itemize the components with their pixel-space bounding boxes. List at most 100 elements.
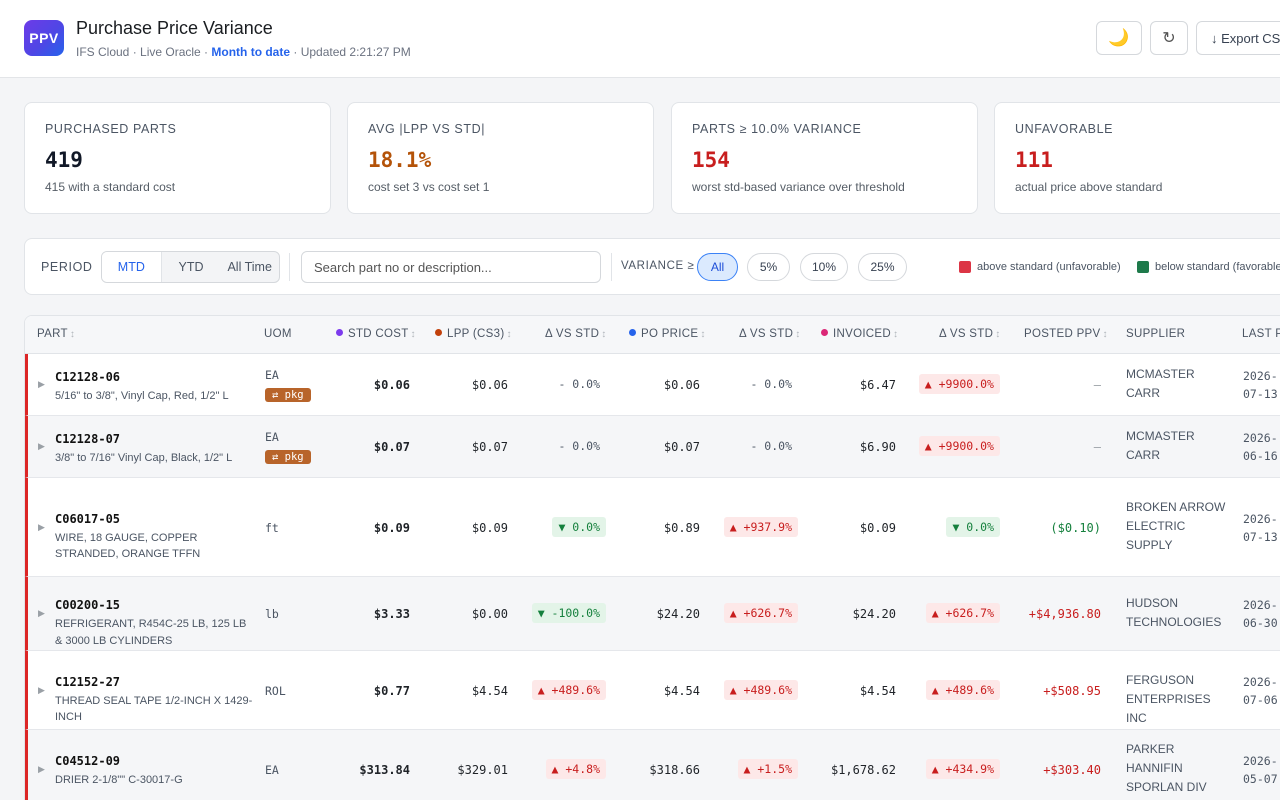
- part-number: C12152-27: [55, 674, 121, 689]
- page-subtitle: IFS Cloud · Live Oracle · Month to date …: [76, 45, 411, 59]
- std-series-dot-icon: [336, 329, 343, 336]
- expand-caret-icon[interactable]: ▶: [38, 441, 45, 452]
- kpi-card-purchased-parts: PURCHASED PARTS 419 415 with a standard …: [24, 102, 331, 214]
- table-row[interactable]: ▶ C12128-06 5/16" to 3/8", Vinyl Cap, Re…: [25, 354, 1280, 416]
- std-cost-cell: $3.33: [373, 607, 410, 621]
- variance-label: VARIANCE ≥: [621, 260, 695, 272]
- delta-invoiced-badge: ▲ +626.7%: [925, 603, 1000, 623]
- col-header-delta-po[interactable]: Δ VS STD ↕: [739, 328, 801, 340]
- kpi-label: AVG |LPP VS STD|: [368, 122, 486, 136]
- part-description: 5/16" to 3/8", Vinyl Cap, Red, 1/2" L: [55, 390, 229, 402]
- col-header-supplier[interactable]: SUPPLIER: [1126, 328, 1185, 340]
- table-row[interactable]: ▶ C12152-27 THREAD SEAL TAPE 1/2-INCH X …: [25, 651, 1280, 730]
- expand-caret-icon[interactable]: ▶: [38, 685, 45, 696]
- lpp-cell: $329.01: [457, 763, 508, 777]
- uom-cell: EA: [265, 763, 279, 777]
- uom-value: EA: [265, 763, 279, 777]
- sort-icon: ↕: [795, 329, 801, 340]
- kpi-card-avg-variance: AVG |LPP VS STD| 18.1% cost set 3 vs cos…: [347, 102, 654, 214]
- pkg-conversion-badge[interactable]: ⇄ pkg: [265, 388, 311, 402]
- table-row[interactable]: ▶ C04512-09 DRIER 2-1/8"" C-30017-G EA $…: [25, 730, 1280, 800]
- last-purchase-cell: 2026-07-13: [1243, 511, 1278, 544]
- col-header-last-purchase[interactable]: LAST P: [1242, 328, 1280, 340]
- sort-icon: ↕: [893, 329, 899, 340]
- delta-po-badge: ▲ +1.5%: [737, 759, 798, 779]
- last-purchase-cell: 2026-07-13: [1243, 369, 1278, 402]
- period-indicator: Month to date: [211, 45, 291, 59]
- lpp-cell: $4.54: [471, 683, 508, 698]
- uom-value: ROL: [265, 683, 286, 698]
- period-segmented-control: MTD YTD All Time: [101, 251, 280, 283]
- kpi-value: 18.1%: [368, 148, 432, 172]
- col-header-po-price[interactable]: PO PRICE ↕: [629, 328, 706, 340]
- po-price-cell: $0.06: [663, 378, 700, 392]
- sort-icon: ↕: [410, 329, 416, 340]
- col-header-uom[interactable]: UOM: [264, 328, 292, 340]
- delta-invoiced-badge: ▲ +434.9%: [925, 759, 1000, 779]
- col-header-invoiced[interactable]: INVOICED ↕: [821, 328, 898, 340]
- part-description: DRIER 2-1/8"" C-30017-G: [55, 774, 183, 786]
- col-header-lpp[interactable]: LPP (CS3) ↕: [435, 328, 512, 340]
- invoiced-cell: $4.54: [859, 683, 896, 698]
- part-cell: C00200-15 REFRIGERANT, R454C-25 LB, 125 …: [55, 598, 255, 649]
- invoiced-cell: $1,678.62: [830, 763, 896, 777]
- expand-caret-icon[interactable]: ▶: [38, 522, 45, 533]
- variance-option-5[interactable]: 5%: [747, 253, 790, 281]
- supplier-cell: BROKEN ARROW ELECTRIC SUPPLY: [1126, 499, 1226, 552]
- variance-option-all[interactable]: All: [697, 253, 738, 281]
- delta-po-badge: ▲ +489.6%: [723, 679, 798, 700]
- period-option-mtd[interactable]: MTD: [102, 252, 162, 282]
- posted-ppv-cell: –: [1093, 378, 1101, 392]
- expand-caret-icon[interactable]: ▶: [38, 764, 45, 775]
- part-description: REFRIGERANT, R454C-25 LB, 125 LB & 3000 …: [55, 618, 247, 647]
- ppv-table: PART ↕ UOM STD COST ↕ LPP (CS3) ↕ Δ VS STD ↕…: [24, 315, 1280, 800]
- kpi-subtext: worst std-based variance over threshold: [692, 180, 905, 194]
- invoiced-series-dot-icon: [821, 329, 828, 336]
- col-header-std-cost[interactable]: STD COST ↕: [336, 328, 416, 340]
- uom-cell: lb: [265, 607, 279, 621]
- kpi-value: 111: [1015, 148, 1053, 172]
- last-purchase-cell: 2026-07-06: [1243, 674, 1278, 707]
- posted-ppv-cell: ($0.10): [1050, 520, 1101, 535]
- lpp-series-dot-icon: [435, 329, 442, 336]
- divider: [611, 253, 612, 281]
- po-price-cell: $24.20: [656, 607, 700, 621]
- pkg-conversion-badge[interactable]: ⇄ pkg: [265, 450, 311, 464]
- updated-timestamp: · Updated 2:21:27 PM: [290, 45, 411, 59]
- uom-cell: ft: [265, 521, 279, 535]
- sort-icon: ↕: [700, 329, 706, 340]
- legend-swatch-green: [1137, 261, 1149, 273]
- part-number: C04512-09: [55, 754, 121, 768]
- export-csv-button[interactable]: ↓ Export CSV: [1196, 21, 1280, 55]
- invoiced-cell: $0.09: [859, 520, 896, 535]
- refresh-button[interactable]: ↻: [1150, 21, 1188, 55]
- lpp-cell: $0.09: [471, 520, 508, 535]
- delta-invoiced-badge: ▲ +489.6%: [925, 679, 1000, 700]
- col-header-delta-invoiced[interactable]: Δ VS STD ↕: [939, 328, 1001, 340]
- col-header-posted-ppv[interactable]: POSTED PPV ↕: [1024, 328, 1108, 340]
- search-input[interactable]: [301, 251, 601, 283]
- expand-caret-icon[interactable]: ▶: [38, 608, 45, 619]
- delta-po-badge: ▲ +626.7%: [723, 603, 798, 623]
- delta-po-badge: ▲ +937.9%: [723, 516, 798, 537]
- sort-icon: ↕: [995, 329, 1001, 340]
- po-price-cell: $0.89: [663, 520, 700, 535]
- col-header-delta-lpp[interactable]: Δ VS STD ↕: [545, 328, 607, 340]
- invoiced-cell: $24.20: [852, 607, 896, 621]
- col-header-part[interactable]: PART ↕: [37, 328, 75, 340]
- variance-option-10[interactable]: 10%: [800, 253, 848, 281]
- part-cell: C12128-06 5/16" to 3/8", Vinyl Cap, Red,…: [55, 370, 255, 405]
- kpi-card-unfavorable: UNFAVORABLE 111 actual price above stand…: [994, 102, 1280, 214]
- part-number: C00200-15: [55, 598, 121, 612]
- posted-ppv-cell: +$4,936.80: [1028, 607, 1101, 621]
- table-row[interactable]: ▶ C00200-15 REFRIGERANT, R454C-25 LB, 12…: [25, 577, 1280, 651]
- table-row[interactable]: ▶ C06017-05 WIRE, 18 GAUGE, COPPER STRAN…: [25, 478, 1280, 577]
- supplier-cell: HUDSON TECHNOLOGIES: [1126, 596, 1222, 630]
- period-option-all-time[interactable]: All Time: [220, 252, 279, 282]
- period-option-ytd[interactable]: YTD: [162, 252, 221, 282]
- divider: [289, 253, 290, 281]
- table-row[interactable]: ▶ C12128-07 3/8" to 7/16" Vinyl Cap, Bla…: [25, 416, 1280, 478]
- theme-toggle-button[interactable]: 🌙: [1096, 21, 1142, 55]
- expand-caret-icon[interactable]: ▶: [38, 379, 45, 390]
- variance-option-25[interactable]: 25%: [858, 253, 907, 281]
